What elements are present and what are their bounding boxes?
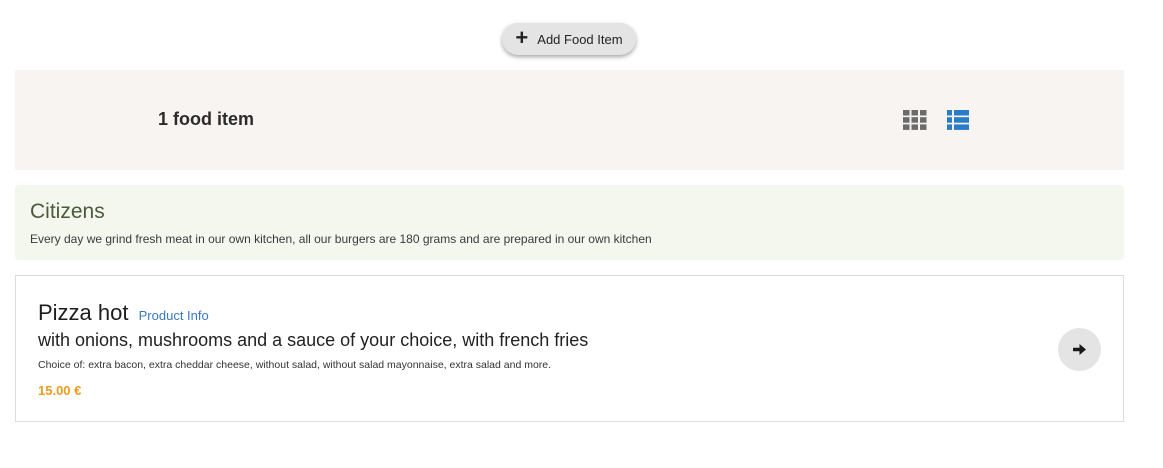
item-count: 1 food item xyxy=(158,109,255,129)
product-choices: Choice of: extra bacon, extra cheddar ch… xyxy=(38,359,552,371)
product-info-link[interactable]: Product Info xyxy=(139,308,209,323)
add-food-item-label: Add Food Item xyxy=(537,31,623,47)
plus-icon: + xyxy=(515,25,529,50)
arrow-right-icon xyxy=(1073,344,1086,355)
category-header: Citizens Every day we grind fresh meat i… xyxy=(15,185,1124,260)
product-price: 15.00 € xyxy=(38,383,82,398)
category-description: Every day we grind fresh meat in our own… xyxy=(30,232,652,246)
product-subtitle: with onions, mushrooms and a sauce of yo… xyxy=(38,330,589,350)
list-view-icon[interactable] xyxy=(947,110,969,130)
category-title: Citizens xyxy=(30,200,105,223)
grid-view-icon[interactable] xyxy=(903,110,927,130)
product-open-button[interactable] xyxy=(1058,328,1101,371)
add-food-item-button[interactable]: + Add Food Item xyxy=(502,23,636,55)
list-toolbar: 1 food item xyxy=(15,70,1124,170)
product-card[interactable]: Pizza hot Product Info with onions, mush… xyxy=(15,275,1124,422)
product-name: Pizza hot xyxy=(38,300,129,325)
